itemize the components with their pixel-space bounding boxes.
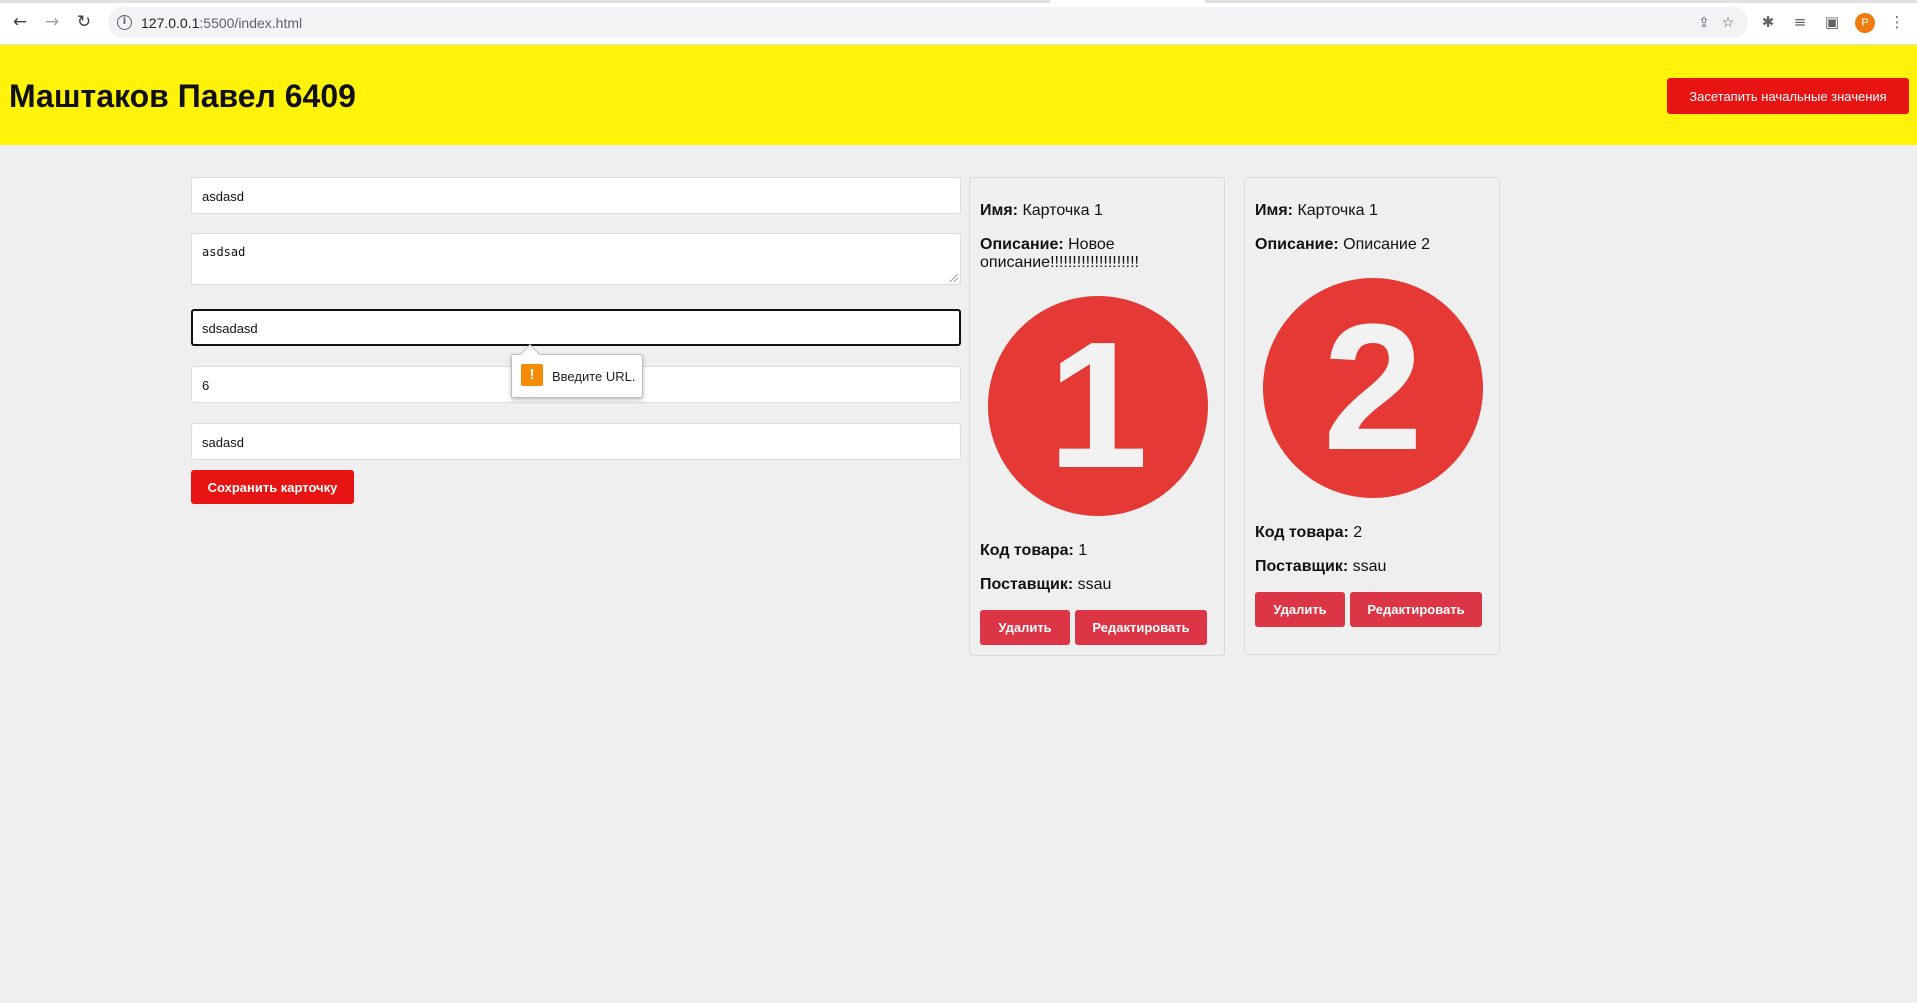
image-url-input[interactable]: sdsadasd — [191, 309, 961, 346]
validation-tooltip: ! Введите URL. — [511, 344, 643, 398]
share-icon[interactable]: ⇪ — [1695, 14, 1713, 32]
card-product-code: Код товара: 2 — [1255, 524, 1362, 542]
page-header: Маштаков Павел 6409 Засетапить начальные… — [0, 45, 1917, 145]
product-card: Имя: Карточка 1 Описание: Новое описание… — [969, 177, 1225, 656]
delete-button[interactable]: Удалить — [980, 610, 1070, 645]
supplier-input[interactable]: sadasd — [191, 423, 961, 460]
description-textarea[interactable]: asdsad — [191, 233, 961, 285]
card-code-label: Код товара: — [980, 542, 1074, 559]
card-name-value: Карточка 1 — [1293, 202, 1378, 219]
active-tab[interactable] — [1050, 0, 1205, 3]
edit-button[interactable]: Редактировать — [1350, 592, 1482, 627]
back-arrow-icon[interactable]: ← — [9, 11, 31, 33]
url-path: :5500/index.html — [199, 15, 303, 31]
card-image: 2 — [1263, 278, 1483, 498]
warning-icon: ! — [521, 364, 543, 386]
bookmark-star-icon[interactable]: ☆ — [1719, 14, 1737, 32]
site-info-icon[interactable]: i — [117, 15, 132, 30]
menu-kebab-icon[interactable]: ⋮ — [1887, 12, 1907, 32]
extensions-puzzle-icon[interactable]: ✱ — [1758, 12, 1778, 32]
description-textarea-value: asdsad — [202, 245, 246, 259]
url-host: 127.0.0.1 — [141, 15, 200, 31]
card-supplier-label: Поставщик: — [1255, 558, 1349, 575]
card-name-label: Имя: — [1255, 202, 1293, 219]
card-supplier: Поставщик: ssau — [980, 576, 1111, 594]
edit-button[interactable]: Редактировать — [1075, 610, 1207, 645]
card-description-value: Описание 2 — [1338, 236, 1431, 253]
card-name-label: Имя: — [980, 202, 1018, 219]
delete-button[interactable]: Удалить — [1255, 592, 1345, 627]
card-description-label: Описание: — [1255, 236, 1339, 253]
product-card: Имя: Карточка 1 Описание: Описание 2 2 К… — [1244, 177, 1500, 655]
card-supplier-value: ssau — [1073, 576, 1112, 593]
resize-grip-icon[interactable] — [950, 274, 958, 282]
card-code-value: 2 — [1348, 524, 1363, 541]
reload-icon[interactable]: ↻ — [73, 11, 95, 33]
card-code-label: Код товара: — [1255, 524, 1349, 541]
reset-initial-values-button[interactable]: Засетапить начальные значения — [1667, 78, 1909, 114]
card-supplier: Поставщик: ssau — [1255, 558, 1386, 576]
card-code-value: 1 — [1073, 542, 1088, 559]
card-product-code: Код товара: 1 — [980, 542, 1087, 560]
profile-avatar[interactable]: P — [1855, 13, 1875, 33]
name-input[interactable]: asdasd — [191, 177, 961, 214]
card-description-label: Описание: — [980, 236, 1064, 253]
card-description: Описание: Новое описание!!!!!!!!!!!!!!!!… — [980, 236, 1216, 272]
tooltip-arrow — [520, 344, 540, 364]
card-supplier-value: ssau — [1348, 558, 1387, 575]
card-description: Описание: Описание 2 — [1255, 236, 1491, 254]
url-text: 127.0.0.1:5500/index.html — [141, 15, 302, 31]
validation-message: Введите URL. — [552, 369, 636, 384]
page-title: Маштаков Павел 6409 — [9, 78, 356, 114]
tab-strip — [0, 0, 1917, 3]
card-image: 1 — [988, 296, 1208, 516]
card-name-value: Карточка 1 — [1018, 202, 1103, 219]
browser-toolbar: ← → ↻ i 127.0.0.1:5500/index.html ⇪ ☆ ✱ … — [0, 0, 1917, 45]
card-supplier-label: Поставщик: — [980, 576, 1074, 593]
address-bar[interactable]: i 127.0.0.1:5500/index.html ⇪ ☆ — [108, 7, 1748, 38]
forward-arrow-icon[interactable]: → — [41, 11, 63, 33]
side-panel-icon[interactable]: ▣ — [1822, 12, 1842, 32]
card-name: Имя: Карточка 1 — [1255, 202, 1378, 220]
media-queue-icon[interactable]: ≡ — [1790, 12, 1810, 32]
card-name: Имя: Карточка 1 — [980, 202, 1103, 220]
save-card-button[interactable]: Сохранить карточку — [191, 470, 354, 504]
